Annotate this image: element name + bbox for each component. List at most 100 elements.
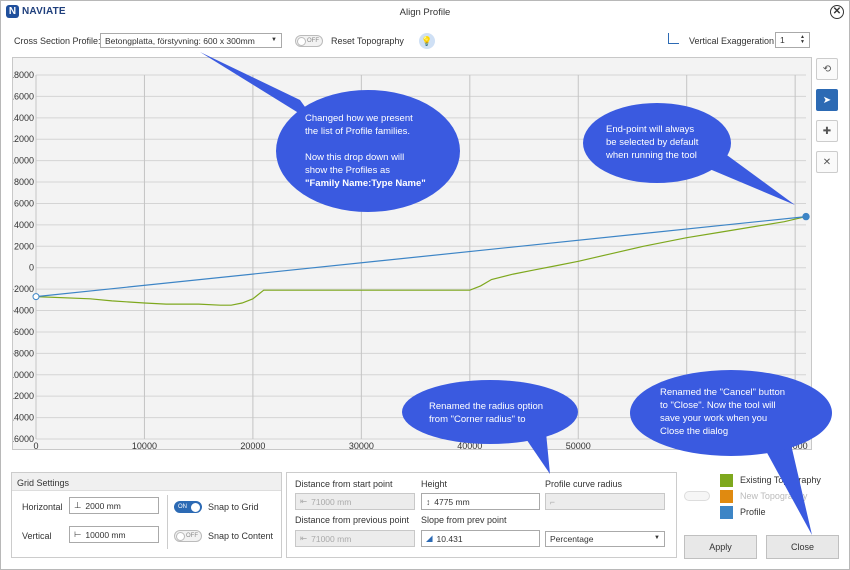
x-tick-label: 30000 [349, 441, 374, 451]
y-tick-label: -8000 [13, 348, 34, 358]
x-tick-label: 60000 [674, 441, 699, 451]
toggle-state: ON [178, 504, 187, 510]
height-value: 4775 mm [434, 496, 470, 507]
slope-unit-dropdown[interactable]: Percentage ▼ [545, 531, 665, 547]
distance-prev-value: 71000 mm [311, 533, 352, 544]
series-line-profile [35, 216, 807, 298]
vertical-label: Vertical [22, 531, 52, 541]
grid-settings-panel: Grid Settings Horizontal ⊥ 2000 mm Vertic… [11, 472, 282, 558]
vertical-value: 10000 mm [85, 529, 126, 540]
x-tick-label: 70000 [783, 441, 808, 451]
callout-text: Changed how we present the list of Profi… [305, 113, 413, 176]
slope-value: 10.431 [436, 533, 463, 544]
x-tick-label: 10000 [132, 441, 157, 451]
y-tick-label: -12000 [13, 391, 34, 401]
toggle-knob [191, 503, 200, 512]
add-point-icon[interactable]: ✚ [816, 120, 838, 142]
select-arrow-icon[interactable]: ➤ [816, 89, 838, 111]
y-tick-label: 16000 [13, 91, 34, 101]
legend-label-profile: Profile [740, 507, 766, 517]
divider [167, 495, 168, 549]
legend-swatch-existing [720, 474, 733, 487]
horizontal-grid-input[interactable]: ⊥ 2000 mm [69, 497, 159, 514]
snap-to-content-label: Snap to Content [208, 531, 274, 541]
undo-icon[interactable]: ⟲ [816, 58, 838, 80]
close-icon[interactable]: ✕ [830, 5, 844, 19]
cross-section-value: Betongplatta, förstyvning: 600 x 300mm [105, 36, 255, 46]
distance-icon: ⇤ [300, 496, 308, 506]
y-tick-label: -2000 [13, 284, 34, 294]
x-tick-label: 0 [33, 441, 38, 451]
dialog-title: Align Profile [399, 7, 451, 18]
toggle-knob [297, 37, 306, 46]
height-input[interactable]: ↕ 4775 mm [421, 493, 540, 510]
vertical-exaggeration-stepper[interactable]: 1 ▲ ▼ [775, 32, 810, 48]
grid-settings-title: Grid Settings [17, 478, 70, 488]
end-point-marker [802, 212, 810, 221]
y-tick-label: 0 [29, 263, 34, 273]
snap-to-grid-toggle[interactable]: ON [174, 501, 202, 513]
radius-input[interactable]: ⌐ [545, 493, 665, 510]
callout-text-end-point: End-point will always be selected by def… [606, 124, 699, 161]
y-tick-label: -10000 [13, 370, 34, 380]
horizontal-value: 2000 mm [85, 500, 121, 511]
point-properties-panel: Distance from start point ⇤ 71000 mm Dist… [286, 472, 677, 558]
height-label: Height [421, 479, 448, 489]
stepper-arrows-icon[interactable]: ▲ ▼ [800, 35, 805, 45]
series-line-existing-topography [35, 216, 807, 306]
close-button[interactable]: Close [766, 535, 839, 559]
chart-tools: ⟲ ➤ ✚ ✕ [816, 58, 838, 173]
y-tick-label: -6000 [13, 327, 34, 337]
horizontal-label: Horizontal [22, 502, 63, 512]
distance-icon: ⇤ [300, 533, 308, 543]
distance-start-input[interactable]: ⇤ 71000 mm [295, 493, 415, 510]
y-tick-label: 10000 [13, 156, 34, 166]
legend-label-existing: Existing Topography [740, 475, 821, 485]
vertical-grid-input[interactable]: ⊢ 10000 mm [69, 526, 159, 543]
slope-input[interactable]: ◢ 10.431 [421, 530, 540, 547]
callout-text-profile-families: Changed how we present the list of Profi… [305, 112, 455, 190]
callout-text-close: Renamed the "Cancel" button to "Close". … [660, 387, 786, 437]
x-tick-label: 40000 [457, 441, 482, 451]
vertical-exaggeration-label: Vertical Exaggeration [689, 36, 775, 46]
y-tick-label: 8000 [14, 177, 34, 187]
slope-icon: ◢ [426, 533, 433, 543]
radius-icon: ⌐ [550, 496, 555, 507]
y-tick-label: -4000 [13, 306, 34, 316]
x-tick-label: 20000 [240, 441, 265, 451]
distance-start-label: Distance from start point [295, 479, 393, 489]
radius-label: Profile curve radius [545, 479, 623, 489]
axis-icon [668, 33, 679, 44]
y-tick-label: 14000 [13, 113, 34, 123]
lightbulb-icon[interactable]: 💡 [419, 33, 435, 49]
reset-topography-toggle[interactable]: OFF [295, 35, 323, 47]
distance-start-value: 71000 mm [311, 496, 352, 507]
distance-prev-label: Distance from previous point [295, 515, 410, 525]
cross-section-dropdown[interactable]: Betongplatta, förstyvning: 600 x 300mm ▼ [100, 33, 282, 48]
apply-button[interactable]: Apply [684, 535, 757, 559]
callout-bold-text: "Family Name:Type Name" [305, 178, 426, 189]
toggle-knob [176, 532, 185, 541]
slope-label: Slope from prev point [421, 515, 507, 525]
y-tick-label: -14000 [13, 413, 34, 423]
y-tick-label: 6000 [14, 198, 34, 208]
snap-to-grid-label: Snap to Grid [208, 502, 259, 512]
horizontal-spacing-icon: ⊥ [74, 500, 82, 510]
slope-unit-value: Percentage [550, 534, 594, 544]
y-tick-label: 2000 [14, 241, 34, 251]
vertical-exaggeration-value: 1 [780, 35, 785, 45]
y-tick-label: 4000 [14, 220, 34, 230]
callout-text-radius: Renamed the radius option from "Corner r… [429, 401, 544, 425]
legend-swatch-profile [720, 506, 733, 519]
remove-point-icon[interactable]: ✕ [816, 151, 838, 173]
chevron-down-icon: ▼ [654, 535, 660, 541]
vertical-spacing-icon: ⊢ [74, 529, 82, 539]
legend-toggle[interactable] [684, 491, 710, 501]
x-tick-label: 50000 [566, 441, 591, 451]
distance-prev-input[interactable]: ⇤ 71000 mm [295, 530, 415, 547]
height-icon: ↕ [426, 496, 431, 507]
y-tick-label: 12000 [13, 134, 34, 144]
snap-to-content-toggle[interactable]: OFF [174, 530, 202, 542]
y-tick-label: -16000 [13, 434, 34, 444]
reset-topography-label: Reset Topography [331, 36, 404, 46]
